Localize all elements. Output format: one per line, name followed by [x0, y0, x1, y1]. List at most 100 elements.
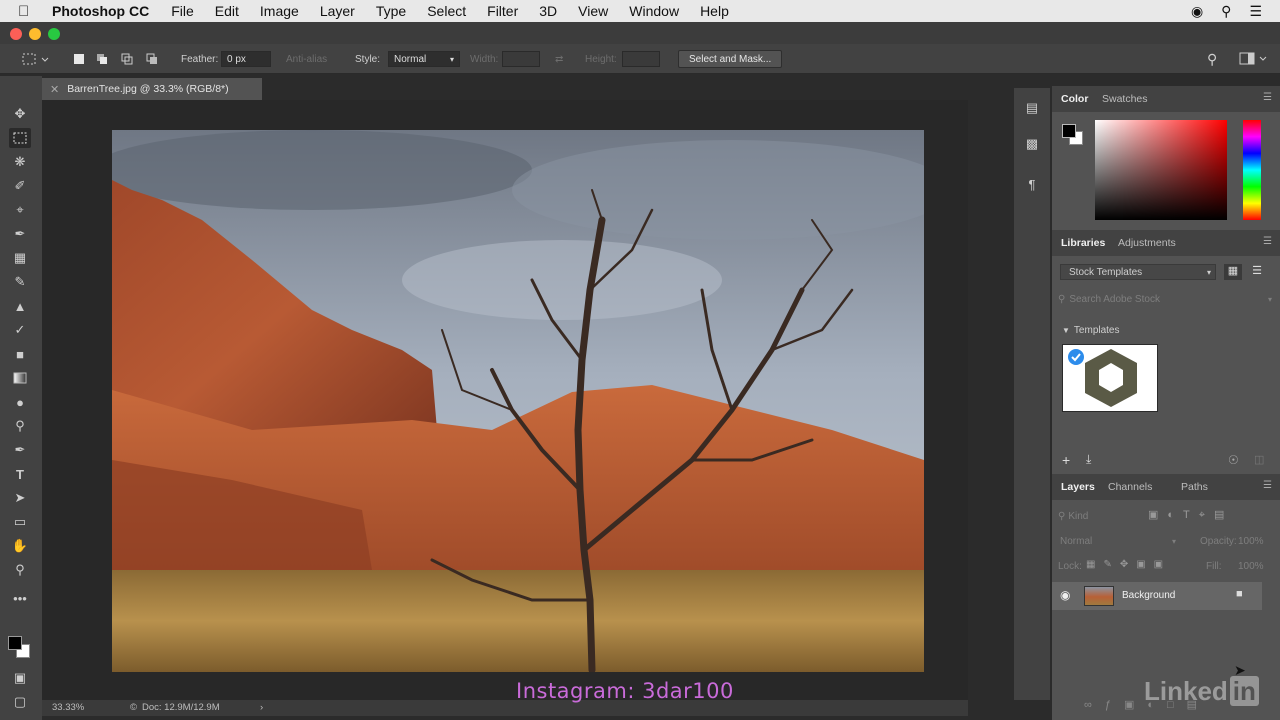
doc-size-info[interactable]: Doc: 12.9M/12.9M [142, 702, 220, 713]
hand-tool-icon[interactable]: ✋ [9, 536, 31, 556]
gradient-tool-icon[interactable] [9, 368, 31, 388]
zoom-level[interactable]: 33.33% [52, 702, 84, 713]
brush-tool-icon[interactable]: ✎ [9, 272, 31, 292]
search-icon[interactable]: ⚲ [1207, 51, 1217, 67]
document-image[interactable] [112, 130, 924, 672]
creative-cloud-icon[interactable]: ◉ [1191, 3, 1203, 20]
healing-brush-tool-icon[interactable]: ▦ [9, 248, 31, 268]
fill-value[interactable]: 100% [1238, 561, 1264, 572]
eyedropper-tool-icon[interactable]: ✒ [9, 224, 31, 244]
window-title-area [0, 22, 1280, 44]
status-menu-arrow-icon[interactable]: › [260, 702, 263, 713]
tab-libraries[interactable]: Libraries [1061, 237, 1105, 249]
zoom-tool-icon[interactable]: ⚲ [9, 560, 31, 580]
templates-section-title: Templates [1073, 325, 1120, 336]
rectangular-marquee-tool-icon[interactable] [9, 128, 31, 148]
height-input[interactable] [622, 51, 660, 67]
quick-selection-tool-icon[interactable]: ✐ [9, 176, 31, 196]
tool-preset-picker[interactable] [20, 51, 50, 67]
layer-filter-kind[interactable]: ⚲ Kind [1058, 508, 1142, 524]
opacity-value[interactable]: 100% [1238, 536, 1264, 547]
sync-status-icon[interactable]: ☉ [1228, 453, 1239, 467]
menu-filter[interactable]: Filter [487, 3, 518, 19]
workspace-switcher[interactable] [1238, 51, 1268, 67]
library-select[interactable]: Stock Templates ▾ [1060, 264, 1216, 280]
document-tab[interactable]: ✕ BarrenTree.jpg @ 33.3% (RGB/8*) [42, 78, 262, 100]
select-and-mask-button[interactable]: Select and Mask... [678, 50, 783, 68]
app-name-menu[interactable]: Photoshop CC [52, 3, 149, 19]
rectangle-tool-icon[interactable]: ▭ [9, 512, 31, 532]
menu-layer[interactable]: Layer [320, 3, 355, 19]
tab-color[interactable]: Color [1061, 93, 1088, 105]
screen-mode-icon[interactable]: ▢ [9, 692, 31, 712]
doc-info-icon: © [130, 702, 137, 713]
template-thumbnail[interactable] [1062, 344, 1158, 412]
tab-layers[interactable]: Layers [1061, 481, 1095, 493]
color-field[interactable] [1095, 120, 1227, 220]
eraser-tool-icon[interactable]: ■ [9, 344, 31, 364]
tab-swatches[interactable]: Swatches [1102, 93, 1148, 105]
hue-slider[interactable] [1243, 120, 1261, 220]
minimize-window-button[interactable] [29, 28, 41, 40]
layer-filter-icons[interactable]: ▣◐T⌖▤ [1148, 508, 1268, 524]
paragraph-panel-icon[interactable]: ¶ [1022, 174, 1042, 194]
path-selection-tool-icon[interactable]: ➤ [9, 488, 31, 508]
type-tool-icon[interactable]: T [9, 464, 31, 484]
templates-section-header[interactable]: ▼ Templates [1062, 325, 1120, 336]
anti-alias-checkbox[interactable]: Anti-alias [286, 51, 327, 67]
menu-select[interactable]: Select [427, 3, 466, 19]
history-brush-tool-icon[interactable]: ✓ [9, 320, 31, 340]
lasso-tool-icon[interactable]: ❋ [9, 152, 31, 172]
color-foreground-swatch[interactable] [1062, 124, 1076, 138]
grid-view-icon[interactable]: ▦ [1224, 264, 1242, 280]
dodge-tool-icon[interactable]: ⚲ [9, 416, 31, 436]
quick-mask-icon[interactable]: ▣ [9, 668, 31, 688]
edit-toolbar-icon[interactable]: ••• [9, 588, 31, 608]
menubar-status-area: ◉ ⚲ ☰ [1191, 0, 1280, 22]
menu-file[interactable]: File [171, 3, 194, 19]
properties-panel-icon[interactable]: ▩ [1022, 134, 1042, 154]
zoom-window-button[interactable] [48, 28, 60, 40]
layer-row[interactable]: ◉ Background ■ [1052, 582, 1262, 610]
add-library-item-icon[interactable]: + [1062, 452, 1070, 468]
move-tool-icon[interactable]: ✥ [9, 104, 31, 124]
upload-icon[interactable]: ⤓ [1086, 452, 1091, 467]
menu-help[interactable]: Help [700, 3, 729, 19]
width-input[interactable] [502, 51, 540, 67]
stock-search[interactable]: ⚲ Search Adobe Stock ▾ [1058, 290, 1272, 308]
close-document-icon[interactable]: ✕ [50, 83, 59, 96]
panel-menu-icon[interactable]: ☰ [1263, 480, 1272, 491]
history-panel-icon[interactable]: ▤ [1022, 98, 1042, 118]
blur-tool-icon[interactable]: ● [9, 392, 31, 412]
lock-options-icons[interactable]: ▦✎✥▣▣ [1086, 559, 1182, 573]
menu-3d[interactable]: 3D [539, 3, 557, 19]
eye-visibility-icon[interactable]: ◉ [1060, 588, 1070, 602]
menu-edit[interactable]: Edit [215, 3, 239, 19]
style-select[interactable]: Normal ▾ [388, 51, 460, 67]
panel-menu-icon[interactable]: ☰ [1263, 92, 1272, 103]
chevron-down-icon: ▾ [1171, 536, 1176, 546]
menu-image[interactable]: Image [260, 3, 299, 19]
layer-name[interactable]: Background [1122, 590, 1175, 601]
swap-dimensions-icon[interactable]: ⇄ [555, 51, 563, 67]
pen-tool-icon[interactable]: ✒ [9, 440, 31, 460]
notification-center-icon[interactable]: ☰ [1249, 3, 1262, 20]
menu-window[interactable]: Window [629, 3, 679, 19]
blend-mode-select[interactable]: Normal ▾ [1058, 533, 1176, 549]
clone-stamp-tool-icon[interactable]: ▲ [9, 296, 31, 316]
lock-icon[interactable]: ■ [1236, 588, 1243, 600]
tab-adjustments[interactable]: Adjustments [1118, 237, 1176, 249]
menu-type[interactable]: Type [376, 3, 406, 19]
crop-tool-icon[interactable]: ⌖ [9, 200, 31, 220]
close-window-button[interactable] [10, 28, 22, 40]
apple-menu-icon[interactable]:  [18, 3, 38, 20]
tab-channels[interactable]: Channels [1108, 481, 1152, 493]
list-view-icon[interactable]: ☰ [1248, 264, 1266, 280]
tab-paths[interactable]: Paths [1181, 481, 1208, 493]
menu-view[interactable]: View [578, 3, 608, 19]
panel-menu-icon[interactable]: ☰ [1263, 236, 1272, 247]
feather-input[interactable]: 0 px [221, 51, 271, 67]
spotlight-search-icon[interactable]: ⚲ [1221, 3, 1231, 20]
delete-library-item-icon[interactable]: ◫ [1254, 453, 1264, 466]
linkedin-wordmark: Linked [1144, 676, 1228, 706]
